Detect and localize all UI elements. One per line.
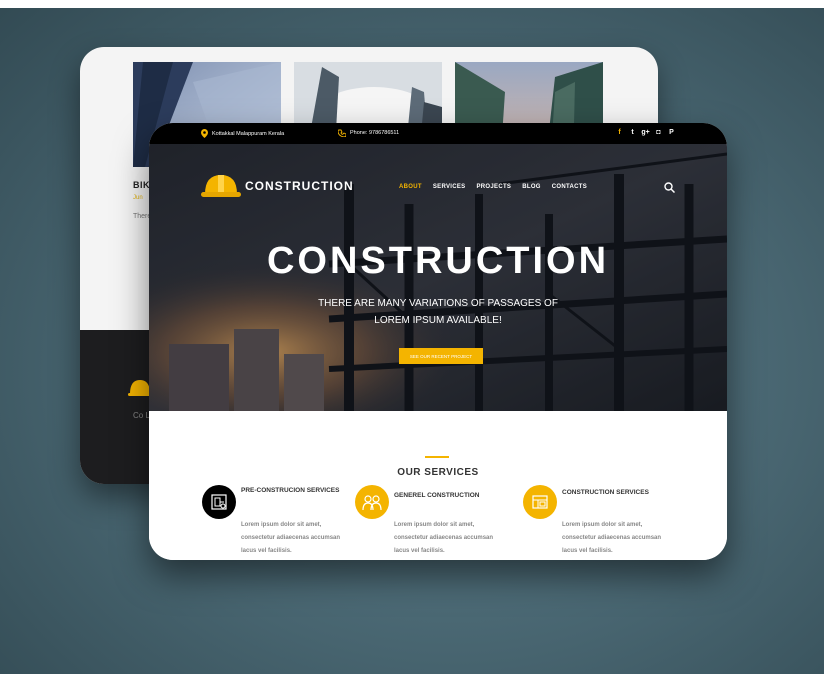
nav-item-blog[interactable]: BLOG <box>522 184 541 190</box>
logo-text: CONSTRUCTION <box>245 179 354 193</box>
top-strip <box>0 0 824 8</box>
service-title: CONSTRUCTION SERVICES <box>562 489 649 496</box>
search-icon[interactable] <box>664 182 675 193</box>
section-divider <box>425 456 449 458</box>
plan-icon <box>523 485 557 519</box>
nav-item-projects[interactable]: PROJECTS <box>476 184 511 190</box>
recent-project-button[interactable]: SEE OUR RECENT PROJECT <box>399 348 483 364</box>
main-navigation: ABOUT SERVICES PROJECTS BLOG CONTACTS <box>399 184 587 190</box>
service-title: GENEREL CONSTRUCTION <box>394 492 480 499</box>
blog-post-date: Jun <box>133 195 143 201</box>
top-bar: Kottakkal Malappuram Kerala Phone: 97867… <box>149 123 727 144</box>
services-section: OUR SERVICES PRE-CONSTRUCION SERVICES Lo… <box>149 411 727 560</box>
phone: Phone: 9786786511 <box>338 129 399 137</box>
phone-icon <box>338 129 346 137</box>
blog-post-title: BIK <box>133 180 150 190</box>
services-heading: OUR SERVICES <box>397 467 479 478</box>
nav-item-services[interactable]: SERVICES <box>433 184 466 190</box>
hero-section: CONSTRUCTION ABOUT SERVICES PROJECTS BLO… <box>149 144 727 411</box>
address-text: Kottakkal Malappuram Kerala <box>212 130 285 137</box>
service-description: Lorem ipsum dolor sit amet, consectetur … <box>562 522 662 554</box>
nav-item-about[interactable]: ABOUT <box>399 184 422 190</box>
facebook-icon[interactable]: f <box>615 128 624 137</box>
website-preview: Kottakkal Malappuram Kerala Phone: 97867… <box>149 123 727 560</box>
service-description: Lorem ipsum dolor sit amet, consectetur … <box>241 522 341 554</box>
instagram-icon[interactable]: ◘ <box>654 128 663 137</box>
hero-subtitle: THERE ARE MANY VARIATIONS OF PASSAGES OF… <box>318 298 558 326</box>
service-title: PRE-CONSTRUCION SERVICES <box>241 487 340 494</box>
service-description: Lorem ipsum dolor sit amet, consectetur … <box>394 522 494 554</box>
phone-text: Phone: 9786786511 <box>350 130 400 136</box>
helmet-logo-icon <box>201 175 241 197</box>
logo[interactable]: CONSTRUCTION <box>201 172 354 200</box>
hero-title: CONSTRUCTION <box>266 240 610 282</box>
workers-icon <box>355 485 389 519</box>
pinterest-icon[interactable]: P <box>667 128 676 137</box>
blueprint-icon <box>202 485 236 519</box>
social-links: f t g+ ◘ P <box>615 128 676 137</box>
location-pin-icon <box>201 129 208 138</box>
nav-item-contacts[interactable]: CONTACTS <box>552 184 587 190</box>
google-plus-icon[interactable]: g+ <box>641 128 650 137</box>
address: Kottakkal Malappuram Kerala <box>201 129 284 138</box>
twitter-icon[interactable]: t <box>628 128 637 137</box>
